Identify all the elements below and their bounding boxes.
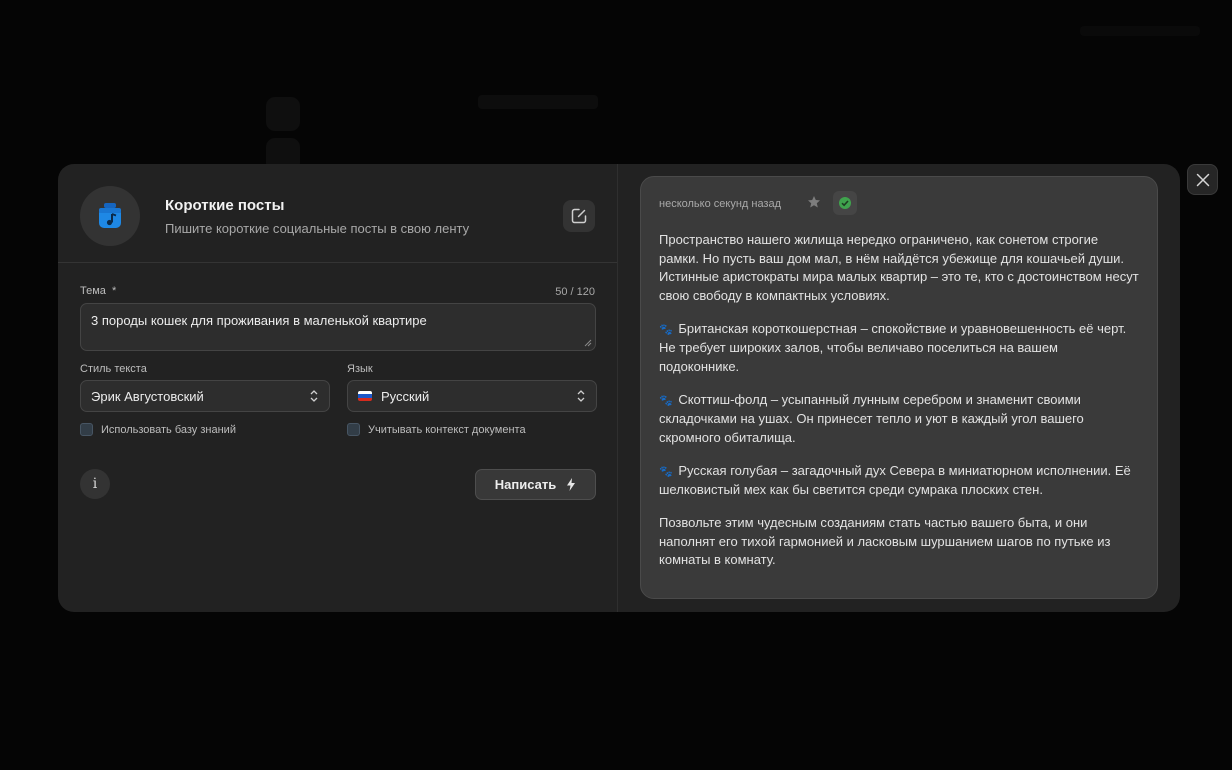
write-button[interactable]: Написать bbox=[475, 469, 596, 500]
knowledge-base-label: Использовать базу знаний bbox=[101, 423, 236, 436]
background-topbar bbox=[1080, 26, 1200, 36]
chevron-updown-icon bbox=[310, 390, 318, 402]
star-icon[interactable] bbox=[807, 195, 821, 209]
resize-handle-icon[interactable] bbox=[584, 339, 592, 347]
document-context-checkbox[interactable]: Учитывать контекст документа bbox=[347, 423, 526, 436]
post-paragraph-text: Русская голубая – загадочный дух Севера … bbox=[659, 462, 1131, 498]
info-icon: i bbox=[92, 476, 98, 492]
info-button[interactable]: i bbox=[80, 469, 110, 499]
background-heading bbox=[478, 95, 598, 109]
short-posts-modal: Короткие посты Пишите короткие социальны… bbox=[58, 164, 1180, 612]
accept-button[interactable] bbox=[833, 191, 857, 215]
language-select[interactable]: Русский bbox=[347, 380, 597, 412]
background-tile bbox=[266, 97, 300, 131]
result-timestamp: несколько секунд назад bbox=[659, 198, 782, 210]
checkbox-box[interactable] bbox=[347, 423, 360, 436]
close-button[interactable] bbox=[1187, 164, 1218, 195]
topic-input[interactable]: 3 породы кошек для проживания в маленько… bbox=[80, 303, 596, 351]
post-paragraph: Позвольте этим чудесным созданиям стать … bbox=[659, 515, 1111, 567]
form-panel: Короткие посты Пишите короткие социальны… bbox=[58, 164, 618, 612]
post-paragraph-text: Британская короткошерстная – спокойствие… bbox=[659, 320, 1127, 374]
topic-label: Тема * bbox=[80, 285, 116, 297]
topic-label-text: Тема bbox=[80, 285, 106, 297]
style-value: Эрик Августовский bbox=[91, 388, 204, 404]
check-circle-icon bbox=[839, 197, 851, 209]
russian-flag-icon bbox=[358, 391, 372, 401]
generated-post-card: несколько секунд назад Пространство наше… bbox=[640, 176, 1158, 599]
topic-value: 3 породы кошек для проживания в маленько… bbox=[91, 313, 427, 328]
generated-post-text: Пространство нашего жилища нередко огран… bbox=[659, 231, 1139, 584]
chevron-updown-icon bbox=[577, 390, 585, 402]
language-label: Язык bbox=[347, 363, 373, 375]
checkbox-box[interactable] bbox=[80, 423, 93, 436]
style-select[interactable]: Эрик Августовский bbox=[80, 380, 330, 412]
post-paragraph: 🐾 Скоттиш-фолд – усыпанный лунным серебр… bbox=[659, 391, 1139, 448]
post-paragraph-text: Скоттиш-фолд – усыпанный лунным серебром… bbox=[659, 391, 1084, 445]
paw-icon: 🐾 bbox=[659, 323, 673, 336]
paw-icon: 🐾 bbox=[659, 394, 673, 407]
required-mark: * bbox=[112, 285, 117, 297]
paw-icon: 🐾 bbox=[659, 465, 673, 478]
tool-subtitle: Пишите короткие социальные посты в свою … bbox=[165, 221, 470, 236]
close-icon bbox=[1196, 173, 1209, 186]
knowledge-base-checkbox[interactable]: Использовать базу знаний bbox=[80, 423, 236, 436]
result-panel: несколько секунд назад Пространство наше… bbox=[618, 164, 1180, 612]
style-label: Стиль текста bbox=[80, 363, 147, 375]
tool-title: Короткие посты bbox=[165, 197, 285, 214]
tool-header: Короткие посты Пишите короткие социальны… bbox=[58, 164, 617, 263]
char-counter: 50 / 120 bbox=[555, 286, 595, 298]
post-paragraph: 🐾 Русская голубая – загадочный дух Север… bbox=[659, 462, 1139, 500]
lightning-icon bbox=[567, 478, 576, 491]
post-paragraph: Пространство нашего жилища нередко огран… bbox=[659, 232, 1139, 303]
edit-icon bbox=[571, 208, 587, 224]
post-paragraph: 🐾 Британская короткошерстная – спокойств… bbox=[659, 320, 1139, 377]
language-value: Русский bbox=[381, 388, 430, 404]
edit-button[interactable] bbox=[563, 200, 595, 232]
document-context-label: Учитывать контекст документа bbox=[368, 423, 526, 436]
write-button-label: Написать bbox=[494, 477, 557, 492]
music-bag-icon bbox=[80, 186, 140, 246]
